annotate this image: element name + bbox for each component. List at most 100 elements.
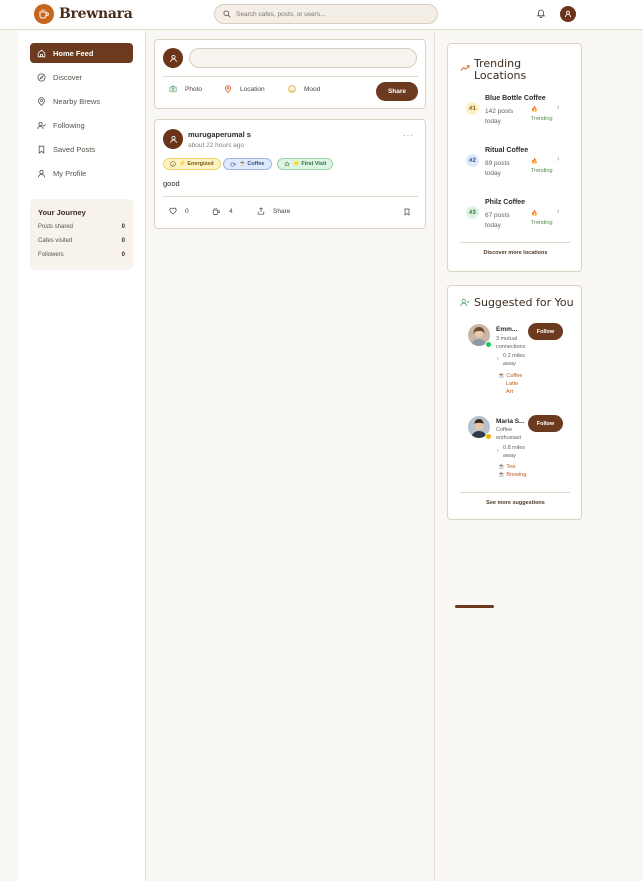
suggestion-distance-line2: away <box>503 453 516 459</box>
camera-icon <box>169 85 177 93</box>
trending-up-icon <box>460 64 470 72</box>
stat-value: 0 <box>121 252 125 258</box>
visit-tag: ⭐ First Visit <box>277 158 334 170</box>
suggestion-desc-line2: connections <box>496 344 526 350</box>
post-body: good <box>163 179 180 188</box>
post-timestamp: about 22 hours ago <box>188 142 245 149</box>
follow-button[interactable]: Follow <box>528 323 563 340</box>
search-input[interactable] <box>236 10 426 18</box>
discover-more-locations-link[interactable]: Discover more locations <box>448 250 583 256</box>
interest-tag-line2: Art <box>506 388 513 396</box>
journey-stat-row: Posts shared 0 <box>38 224 125 238</box>
suggestions-panel: Suggested for You Emm... 3 mutual connec… <box>447 285 582 520</box>
interest-tag: ☕ Coffee <box>498 373 523 379</box>
bell-icon[interactable] <box>536 8 546 18</box>
share-label: Share <box>273 207 291 215</box>
add-photo-button[interactable]: Photo <box>169 85 202 93</box>
interest-label: Brewing <box>506 472 527 478</box>
sidebar-item-nearby-brews[interactable]: Nearby Brews <box>30 91 133 111</box>
bookmark-icon[interactable] <box>403 208 411 216</box>
like-count: 0 <box>185 207 189 215</box>
trending-label: Trending <box>531 168 553 174</box>
tag-label: ⚡ Energized <box>179 161 214 167</box>
divider <box>460 242 570 243</box>
share-post-button[interactable]: Share <box>376 82 418 101</box>
see-more-suggestions-link[interactable]: See more suggestions <box>448 500 583 506</box>
more-options-icon[interactable]: ··· <box>403 131 414 140</box>
divider <box>163 196 418 197</box>
user-icon <box>38 169 45 177</box>
location-post-period: today <box>485 170 501 177</box>
sidebar-item-home-feed[interactable]: Home Feed <box>30 43 133 63</box>
trending-label: Trending <box>531 220 553 226</box>
sidebar-item-my-profile[interactable]: My Profile <box>30 163 133 183</box>
composer-input[interactable] <box>189 48 417 68</box>
suggestion-distance: 0.2 miles <box>503 353 526 359</box>
rank-badge: #3 <box>466 206 479 219</box>
interest-tag: ☕ Tea <box>498 464 516 470</box>
fire-icon: 🔥 <box>531 107 538 113</box>
user-add-icon <box>460 298 470 307</box>
sidebar-item-discover[interactable]: Discover <box>30 67 133 87</box>
stat-label: Followers <box>38 252 64 258</box>
heart-icon <box>169 207 177 215</box>
post-composer: Photo Location Mood Share <box>154 39 426 109</box>
bookmark-icon <box>38 145 45 154</box>
cup-reaction-button[interactable]: 4 <box>212 207 233 216</box>
compass-icon <box>37 73 46 81</box>
add-location-button[interactable]: Location <box>224 85 265 93</box>
feed-column: Photo Location Mood Share murugaperumal … <box>146 31 435 881</box>
like-button[interactable]: 0 <box>169 207 189 215</box>
user-icon <box>169 54 177 62</box>
away-status-dot <box>485 433 492 440</box>
share-button[interactable]: Share <box>257 207 290 215</box>
loading-indicator <box>455 605 494 608</box>
location-post-count: 67 posts <box>485 212 510 219</box>
home-icon <box>37 49 46 57</box>
fire-icon: 🔥 <box>531 211 538 217</box>
map-pin-icon <box>224 85 232 93</box>
sidebar-item-following[interactable]: Following <box>30 115 133 135</box>
post-author-avatar[interactable] <box>163 129 183 149</box>
logo-icon[interactable] <box>34 4 54 24</box>
interest-label: Tea <box>506 464 516 470</box>
suggestion-name[interactable]: Maria S... <box>496 418 525 425</box>
journey-stat-row: Followers 0 <box>38 252 125 266</box>
user-icon <box>169 135 177 143</box>
feed-post: murugaperumal s about 22 hours ago ··· ⚡… <box>154 119 426 229</box>
location-post-period: today <box>485 222 501 229</box>
sidebar-item-label: Following <box>53 120 85 130</box>
location-post-count: 142 posts <box>485 108 514 115</box>
divider <box>460 492 570 493</box>
brand-name[interactable]: Brewnara <box>59 6 133 22</box>
sidebar-item-label: Nearby Brews <box>53 96 101 106</box>
location-post-period: today <box>485 118 501 125</box>
suggestions-title: Suggested for You <box>474 296 574 309</box>
online-status-dot <box>485 341 492 348</box>
add-mood-button[interactable]: Mood <box>288 85 320 93</box>
drink-tag: ☕ Coffee <box>223 158 272 170</box>
tag-label: ☕ Coffee <box>239 161 265 167</box>
profile-avatar[interactable] <box>560 6 576 22</box>
interest-tag: ☕ Brewing <box>498 472 527 478</box>
post-author-name[interactable]: murugaperumal s <box>188 130 251 139</box>
location-name: Philz Coffee <box>485 199 526 206</box>
suggestion-desc: 3 mutual <box>496 336 518 342</box>
interest-label: Coffee <box>506 373 523 379</box>
chevron-right-icon: › <box>557 156 560 163</box>
journey-card: Your Journey Posts shared 0 Cafes visite… <box>30 199 133 270</box>
follow-button[interactable]: Follow <box>528 415 563 432</box>
divider <box>163 76 418 77</box>
sidebar-item-label: Home Feed <box>53 48 94 58</box>
user-icon <box>564 10 572 18</box>
star-icon <box>284 161 290 167</box>
search-bar[interactable] <box>214 4 438 24</box>
interest-label: Art <box>506 389 514 395</box>
user-follow-icon <box>37 121 46 129</box>
composer-avatar <box>163 48 183 68</box>
suggestion-distance: 0.8 miles <box>503 445 526 451</box>
location-label: Location <box>240 85 265 93</box>
sidebar-item-saved-posts[interactable]: Saved Posts <box>30 139 133 159</box>
suggestion-name[interactable]: Emm... <box>496 326 517 333</box>
sidebar-item-label: My Profile <box>53 168 87 178</box>
